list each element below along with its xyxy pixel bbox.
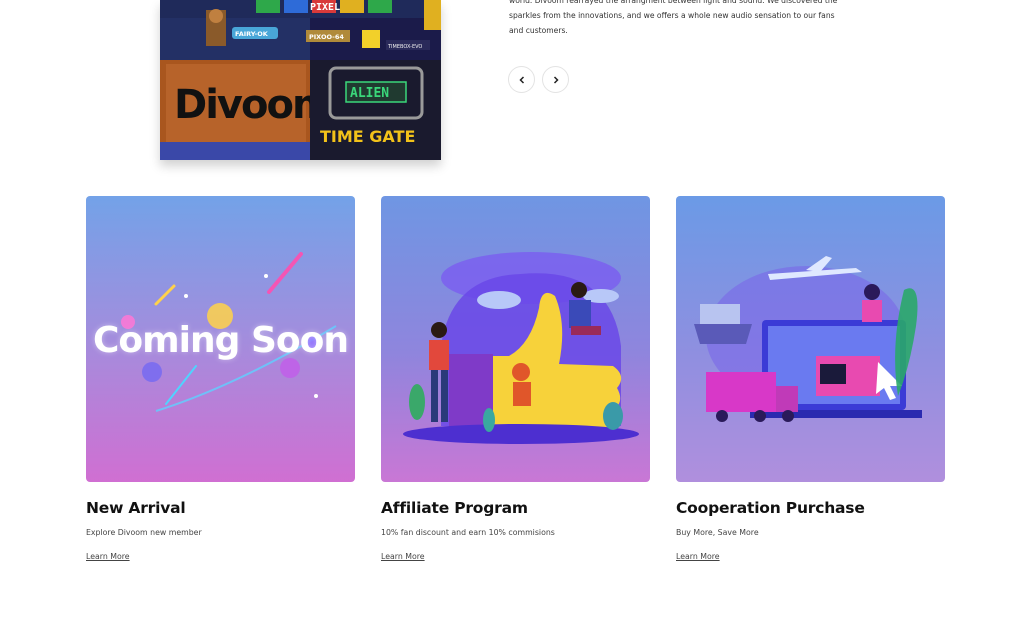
svg-text:TIME GATE: TIME GATE — [320, 127, 415, 146]
svg-text:FAIRY-OK: FAIRY-OK — [235, 30, 269, 38]
coming-soon-text: Coming Soon — [93, 320, 349, 361]
chevron-right-icon — [553, 75, 559, 84]
svg-text:TIMEBOX-EVO: TIMEBOX-EVO — [387, 44, 422, 50]
learn-more-link[interactable]: Learn More — [676, 551, 720, 563]
learn-more-link[interactable]: Learn More — [86, 551, 130, 563]
affiliate-illustration[interactable] — [381, 196, 650, 482]
svg-text:ALIEN: ALIEN — [350, 86, 389, 101]
card-title: Affiliate Program — [381, 499, 528, 517]
hero-description: world. Divoom rearrayed the arrangment b… — [509, 0, 838, 35]
svg-text:PIXOO-64: PIXOO-64 — [309, 33, 344, 41]
cooperation-illustration[interactable] — [676, 196, 945, 482]
card-affiliate-program: Affiliate Program 10% fan discount and e… — [381, 196, 650, 563]
card-title: New Arrival — [86, 499, 186, 517]
carousel-prev-button[interactable] — [508, 66, 535, 93]
hero-product-image: PIXEL FAIRY-OK PIXOO-64 TIMEBOX-EVO Divo… — [160, 0, 441, 160]
coming-soon-image[interactable]: Coming Soon — [86, 196, 355, 482]
card-new-arrival: Coming Soon New Arrival Explore Divoom n… — [86, 196, 355, 563]
card-cooperation-purchase: Cooperation Purchase Buy More, Save More… — [676, 196, 945, 563]
chevron-left-icon — [518, 75, 524, 84]
card-description: Buy More, Save More — [676, 528, 759, 537]
divoom-logo-text: Divoom — [174, 82, 332, 128]
card-title: Cooperation Purchase — [676, 499, 865, 517]
hero-banner-text: PIXEL — [310, 2, 340, 13]
learn-more-link[interactable]: Learn More — [381, 551, 425, 563]
card-description: Explore Divoom new member — [86, 528, 202, 537]
carousel-next-button[interactable] — [542, 66, 569, 93]
card-description: 10% fan discount and earn 10% commisions — [381, 528, 555, 537]
